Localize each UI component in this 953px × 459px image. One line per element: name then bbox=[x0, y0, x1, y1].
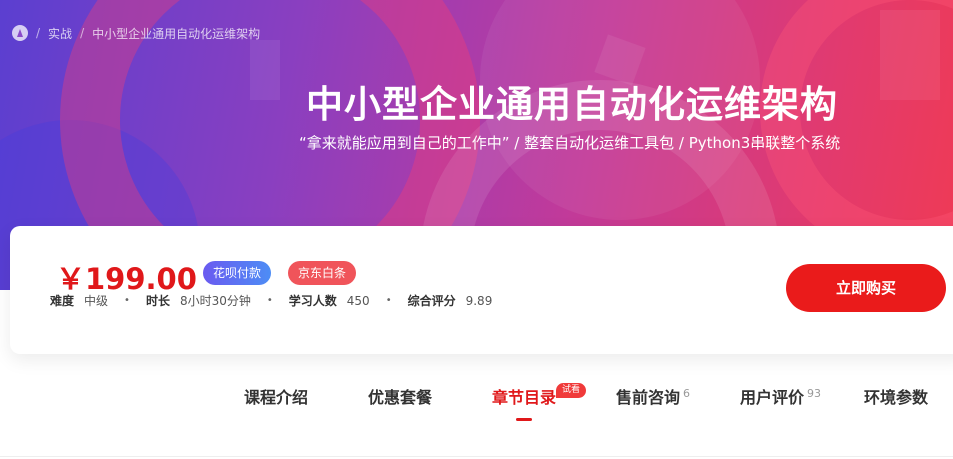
meta-separator: • bbox=[124, 295, 130, 306]
tab-label: 环境参数 bbox=[864, 388, 929, 407]
trial-badge: 试看 bbox=[556, 383, 587, 398]
course-meta: 难度 中级 • 时长 8小时30分钟 • 学习人数 450 • 综合评分 9.8… bbox=[50, 292, 492, 309]
meta-value-difficulty: 中级 bbox=[84, 294, 109, 308]
meta-label-difficulty: 难度 bbox=[50, 294, 75, 308]
tab-user-reviews[interactable]: 用户评价 93 bbox=[740, 384, 821, 408]
banner-decoration bbox=[250, 40, 280, 100]
course-subtitle: “拿来就能应用到自己的工作中” / 整套自动化运维工具包 / Python3串联… bbox=[299, 134, 841, 152]
tab-chapter-list[interactable]: 章节目录 bbox=[492, 384, 556, 408]
breadcrumb: / 实战 / 中小型企业通用自动化运维架构 bbox=[12, 24, 260, 42]
buy-now-button[interactable]: 立即购买 bbox=[786, 264, 946, 312]
course-title: 中小型企业通用自动化运维架构 bbox=[306, 83, 838, 126]
meta-value-duration: 8小时30分钟 bbox=[179, 294, 251, 308]
meta-label-rating: 综合评分 bbox=[407, 294, 456, 308]
tab-label: 课程介绍 bbox=[244, 388, 309, 407]
banner-decoration bbox=[880, 10, 940, 100]
meta-separator: • bbox=[385, 295, 392, 306]
tab-discount-packages[interactable]: 优惠套餐 bbox=[368, 384, 432, 408]
home-logo-icon[interactable] bbox=[12, 25, 28, 41]
purchase-card: ￥199.00 花呗付款 京东白条 难度 中级 • 时长 8小时30分钟 • 学… bbox=[10, 226, 953, 354]
tab-course-intro[interactable]: 课程介绍 bbox=[244, 384, 308, 408]
huabei-payment-badge[interactable]: 花呗付款 bbox=[203, 261, 272, 285]
tab-count: 93 bbox=[807, 386, 822, 400]
tab-count: 6 bbox=[683, 386, 691, 400]
breadcrumb-item-practice[interactable]: 实战 bbox=[48, 25, 72, 42]
tabs-divider bbox=[0, 456, 953, 457]
tab-label: 售前咨询 bbox=[616, 388, 681, 407]
active-tab-indicator bbox=[516, 418, 532, 421]
jd-baitiao-badge[interactable]: 京东白条 bbox=[288, 261, 357, 285]
tab-label: 优惠套餐 bbox=[368, 388, 433, 407]
breadcrumb-separator: / bbox=[80, 26, 85, 40]
tab-label: 章节目录 bbox=[492, 388, 557, 407]
tab-presale-consult[interactable]: 售前咨询 6 bbox=[616, 384, 690, 408]
tab-label: 用户评价 bbox=[740, 388, 805, 407]
meta-value-rating: 9.89 bbox=[465, 293, 493, 308]
breadcrumb-item-current: 中小型企业通用自动化运维架构 bbox=[92, 26, 261, 41]
meta-separator: • bbox=[266, 295, 273, 306]
breadcrumb-separator: / bbox=[36, 26, 41, 40]
course-tabs: 课程介绍 优惠套餐 章节目录 售前咨询 6 用户评价 93 环境参数 bbox=[0, 384, 953, 424]
meta-label-duration: 时长 bbox=[145, 294, 170, 308]
meta-value-learners: 450 bbox=[346, 293, 370, 308]
meta-label-learners: 学习人数 bbox=[288, 294, 337, 308]
tab-environment-params[interactable]: 环境参数 bbox=[864, 384, 928, 408]
